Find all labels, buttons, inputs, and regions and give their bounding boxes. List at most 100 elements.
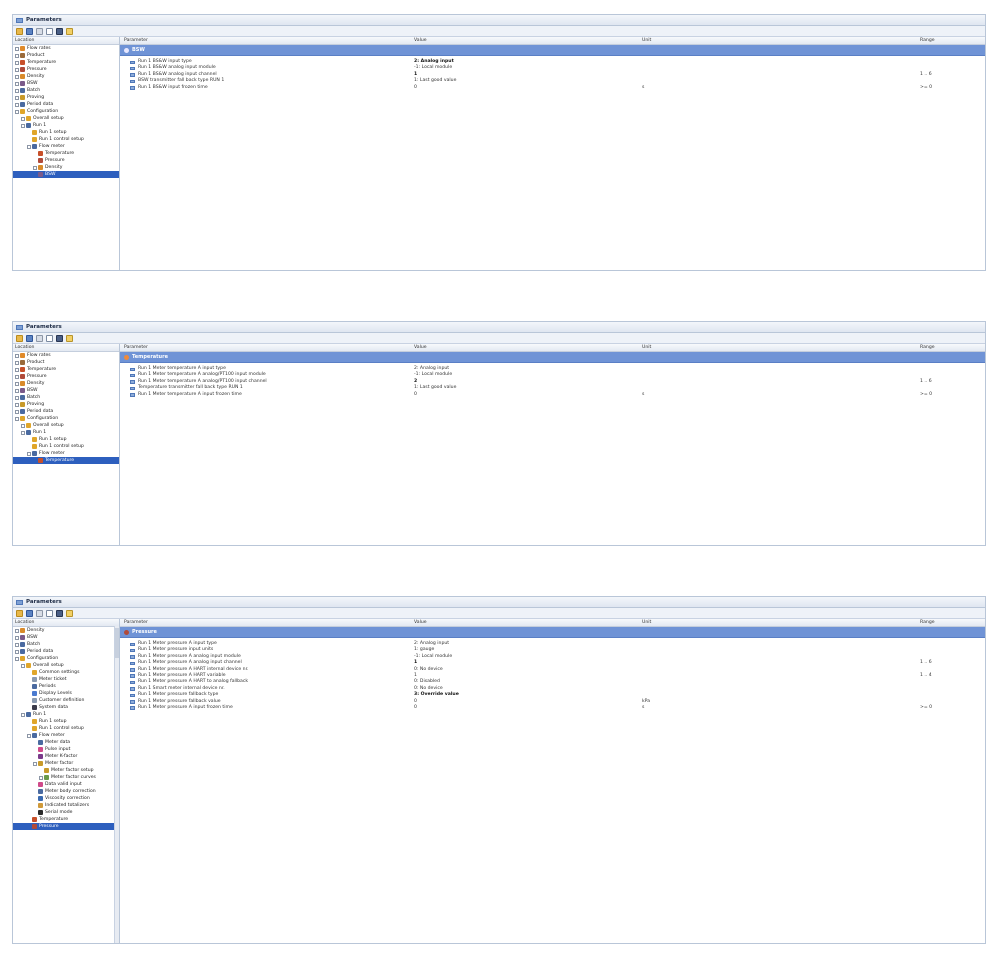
cursor-icon[interactable] [46,334,53,342]
tree-item[interactable]: Run 1 control setup [13,136,119,143]
parameter-value[interactable]: 0 [414,705,417,711]
expand-toggle-icon[interactable] [21,116,25,121]
expand-toggle-icon[interactable] [15,416,19,421]
tree-item[interactable]: Run 1 setup [13,129,119,136]
tree-item[interactable]: Meter body correction [13,788,119,795]
parameter-value[interactable]: 0 [414,392,417,398]
save-icon[interactable] [26,609,33,617]
expand-toggle-icon[interactable] [15,81,19,86]
tree-item[interactable]: Meter factor setup [13,767,119,774]
tree-item[interactable]: Product [13,52,119,59]
tree-item[interactable]: Temperature [13,816,119,823]
tree-item[interactable]: Run 1 [13,429,119,436]
expand-toggle-icon[interactable] [21,712,25,717]
tree-item[interactable]: Customer definition [13,697,119,704]
tree-item[interactable]: Run 1 setup [13,436,119,443]
tree-item[interactable]: Density [13,380,119,387]
expand-toggle-icon[interactable] [15,395,19,400]
tree-item[interactable]: Flow rates [13,352,119,359]
tree-item[interactable]: Proving [13,94,119,101]
value-column-header[interactable]: Value [414,619,427,626]
tree-item[interactable]: Density [13,627,119,634]
parameter-value[interactable]: 0 [414,85,417,91]
tree-item[interactable]: Meter factor [13,760,119,767]
tree-scrollbar[interactable] [114,626,119,943]
tree-item[interactable]: Run 1 [13,122,119,129]
tree-item[interactable]: Serial mode [13,809,119,816]
expand-toggle-icon[interactable] [27,144,31,149]
tree-item[interactable]: Run 1 setup [13,718,119,725]
unit-column-header[interactable]: Unit [642,344,651,351]
range-column-header[interactable]: Range [920,344,935,351]
tree-item[interactable]: Pressure [13,373,119,380]
tree-item[interactable]: Flow meter [13,450,119,457]
parameter-row[interactable]: Run 1 Meter pressure A input frozen time… [120,705,985,711]
tools-icon[interactable] [66,27,73,35]
cursor-icon[interactable] [46,609,53,617]
tree-item[interactable]: Period data [13,408,119,415]
tree-item[interactable]: Batch [13,641,119,648]
expand-toggle-icon[interactable] [33,761,37,766]
expand-toggle-icon[interactable] [15,60,19,65]
location-column-header[interactable]: Location [13,37,119,45]
expand-toggle-icon[interactable] [15,381,19,386]
expand-toggle-icon[interactable] [15,360,19,365]
tools-icon[interactable] [66,334,73,342]
grid-icon[interactable] [56,334,63,342]
expand-toggle-icon[interactable] [15,109,19,114]
tree-item[interactable]: Product [13,359,119,366]
range-column-header[interactable]: Range [920,37,935,44]
tree-item[interactable]: Flow rates [13,45,119,52]
location-column-header[interactable]: Location [13,619,119,627]
tree-item[interactable]: BSW [13,80,119,87]
tree-item[interactable]: Meter factor curves [13,774,119,781]
tree-item[interactable]: Temperature [13,59,119,66]
cursor-icon[interactable] [46,27,53,35]
expand-toggle-icon[interactable] [15,628,19,633]
location-column-header[interactable]: Location [13,344,119,352]
expand-toggle-icon[interactable] [15,649,19,654]
tree-item[interactable]: Overall setup [13,662,119,669]
tree-item[interactable]: BSW [13,171,119,178]
expand-toggle-icon[interactable] [15,374,19,379]
expand-toggle-icon[interactable] [15,642,19,647]
expand-toggle-icon[interactable] [15,95,19,100]
parameter-row[interactable]: Run 1 Meter temperature A input frozen t… [120,392,985,398]
tree-item[interactable]: Configuration [13,655,119,662]
expand-toggle-icon[interactable] [15,367,19,372]
tree-item[interactable]: Data valid input [13,781,119,788]
expand-toggle-icon[interactable] [15,102,19,107]
tree-item[interactable]: Configuration [13,108,119,115]
expand-toggle-icon[interactable] [15,88,19,93]
value-column-header[interactable]: Value [414,37,427,44]
tree-item[interactable]: Overall setup [13,115,119,122]
tree-item[interactable]: Meter K-factor [13,753,119,760]
tree-item[interactable]: BSW [13,387,119,394]
expand-toggle-icon[interactable] [15,46,19,51]
expand-toggle-icon[interactable] [15,635,19,640]
tree-item[interactable]: Temperature [13,457,119,464]
tree-item[interactable]: Pressure [13,823,119,830]
range-column-header[interactable]: Range [920,619,935,626]
tree-item[interactable]: Period data [13,101,119,108]
tree-item[interactable]: Overall setup [13,422,119,429]
unit-column-header[interactable]: Unit [642,619,651,626]
tree-item[interactable]: Batch [13,394,119,401]
tree-item[interactable]: BSW [13,634,119,641]
tree-item[interactable]: Temperature [13,366,119,373]
parameter-group-header[interactable]: BSW [120,45,985,56]
tree-item[interactable]: Pulse input [13,746,119,753]
value-column-header[interactable]: Value [414,344,427,351]
expand-toggle-icon[interactable] [33,165,37,170]
tools-icon[interactable] [66,609,73,617]
expand-toggle-icon[interactable] [15,388,19,393]
expand-toggle-icon[interactable] [15,74,19,79]
copy-icon[interactable] [36,609,43,617]
tree-item[interactable]: Run 1 control setup [13,443,119,450]
expand-toggle-icon[interactable] [21,423,25,428]
tree-item[interactable]: Flow meter [13,143,119,150]
tree-item[interactable]: Common settings [13,669,119,676]
tree-item[interactable]: Pressure [13,157,119,164]
open-folder-icon[interactable] [16,334,23,342]
parameter-group-header[interactable]: Temperature [120,352,985,363]
